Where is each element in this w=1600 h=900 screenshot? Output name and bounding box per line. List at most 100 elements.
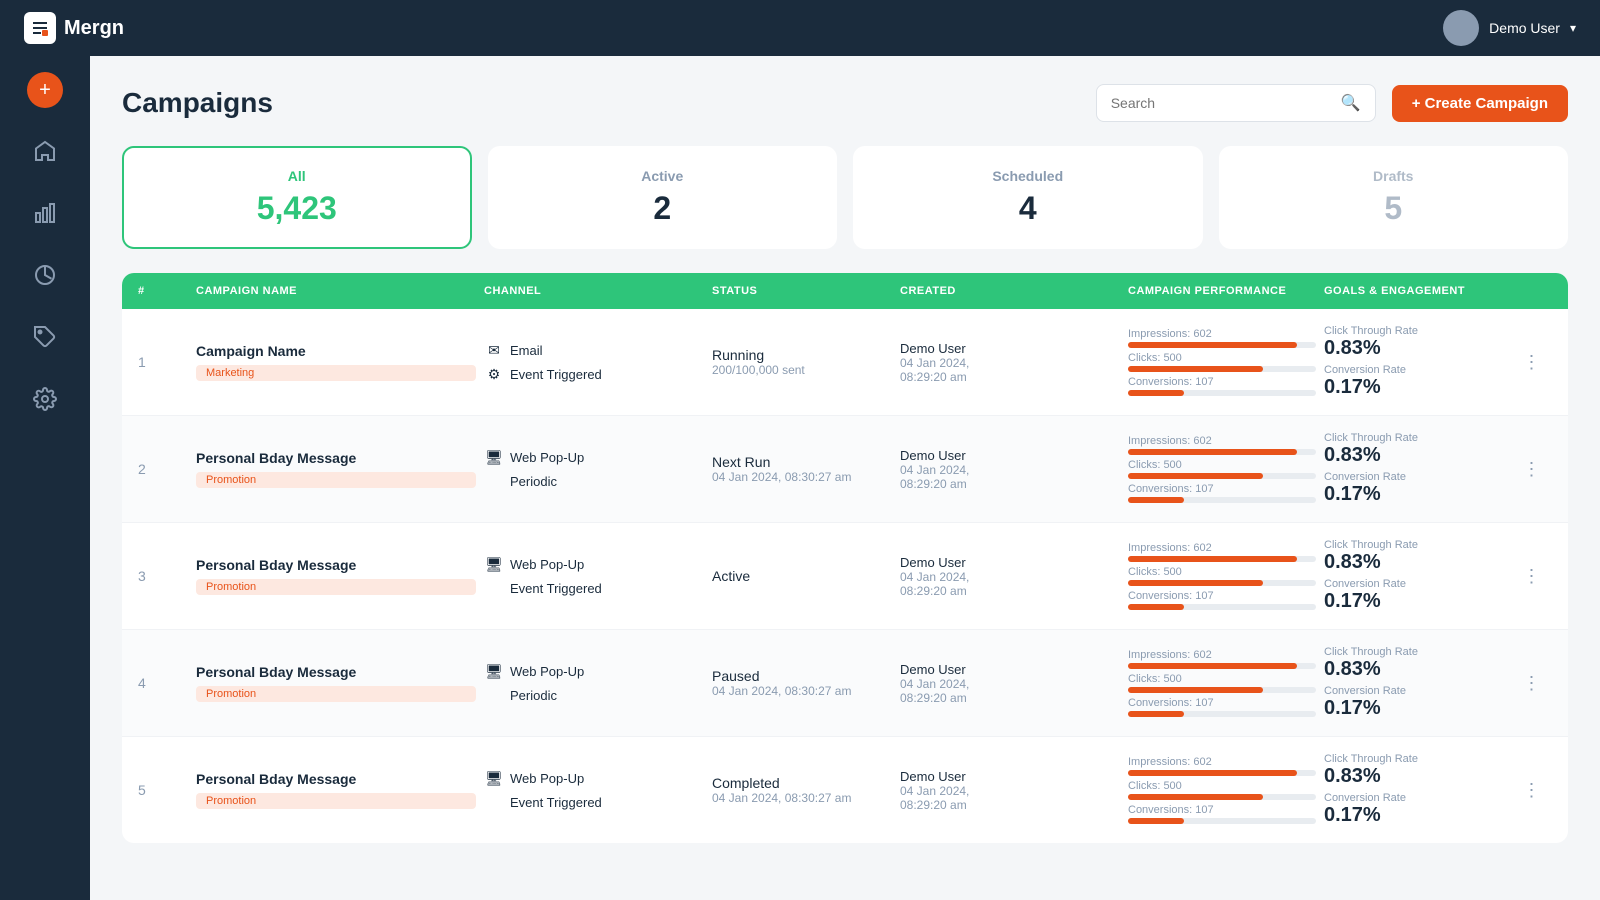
channel-item: Periodic [484, 471, 704, 491]
page-header: Campaigns 🔍 + Create Campaign [122, 84, 1568, 122]
logo-text: Mergn [64, 17, 124, 40]
more-options-button[interactable]: ⋮ [1512, 566, 1552, 587]
sidebar-item-home[interactable] [18, 124, 72, 178]
conversions-bar [1128, 390, 1184, 396]
channel-label: Event Triggered [510, 581, 602, 596]
ctr-item: Click Through Rate 0.83% [1324, 539, 1504, 574]
created-date: 04 Jan 2024, [900, 463, 1120, 477]
channel-item: ⚙ Event Triggered [484, 364, 704, 384]
ctr-label: Click Through Rate [1324, 432, 1504, 444]
page-title: Campaigns [122, 87, 273, 119]
sidebar-item-segments[interactable] [18, 248, 72, 302]
channel-icon [484, 471, 504, 491]
channel-label: Periodic [510, 474, 557, 489]
table-header-col-1: Campaign Name [196, 285, 476, 297]
ctr-value: 0.83% [1324, 551, 1504, 574]
created-cell: Demo User 04 Jan 2024, 08:29:20 am [900, 769, 1120, 812]
sidebar-item-campaigns[interactable] [18, 310, 72, 364]
stat-value-active: 2 [514, 190, 812, 227]
conversions-bar [1128, 604, 1184, 610]
campaign-name-cell: Campaign Name Marketing [196, 343, 476, 381]
clicks-bar-bg [1128, 366, 1316, 372]
channel-label: Web Pop-Up [510, 450, 584, 465]
row-number: 5 [138, 782, 188, 798]
more-options-button[interactable]: ⋮ [1512, 673, 1552, 694]
more-options-button[interactable]: ⋮ [1512, 352, 1552, 373]
performance-cell: Impressions: 602 Clicks: 500 Conversions… [1128, 328, 1316, 396]
channel-cell: 🖥 Web Pop-Up Event Triggered [484, 768, 704, 812]
conversions-label: Conversions: 107 [1128, 804, 1316, 816]
stat-card-active[interactable]: Active 2 [488, 146, 838, 249]
table-header-col-6: Goals & Engagement [1324, 285, 1504, 297]
channel-icon: 🖥 [484, 447, 504, 467]
clicks-label: Clicks: 500 [1128, 459, 1316, 471]
channel-item: ✉ Email [484, 340, 704, 360]
stat-card-all[interactable]: All 5,423 [122, 146, 472, 249]
status-text: Paused [712, 668, 892, 684]
clicks-row: Clicks: 500 [1128, 352, 1316, 372]
channel-cell: 🖥 Web Pop-Up Periodic [484, 661, 704, 705]
cr-item: Conversion Rate 0.17% [1324, 792, 1504, 827]
ctr-value: 0.83% [1324, 765, 1504, 788]
campaign-tag: Promotion [196, 579, 476, 595]
conversions-label: Conversions: 107 [1128, 697, 1316, 709]
stat-value-scheduled: 4 [879, 190, 1177, 227]
clicks-bar-bg [1128, 687, 1316, 693]
sidebar-item-settings[interactable] [18, 372, 72, 426]
row-number: 4 [138, 675, 188, 691]
ctr-label: Click Through Rate [1324, 325, 1504, 337]
campaign-name-cell: Personal Bday Message Promotion [196, 771, 476, 809]
cr-value: 0.17% [1324, 697, 1504, 720]
channel-icon: 🖥 [484, 661, 504, 681]
stat-card-drafts[interactable]: Drafts 5 [1219, 146, 1569, 249]
row-number: 3 [138, 568, 188, 584]
campaign-name: Personal Bday Message [196, 771, 476, 787]
status-text: Running [712, 347, 892, 363]
created-cell: Demo User 04 Jan 2024, 08:29:20 am [900, 662, 1120, 705]
channel-item: Event Triggered [484, 792, 704, 812]
table-row: 5 Personal Bday Message Promotion 🖥 Web … [122, 737, 1568, 843]
clicks-bar [1128, 687, 1263, 693]
stat-label-all: All [148, 168, 446, 184]
conversions-row: Conversions: 107 [1128, 697, 1316, 717]
status-sub: 200/100,000 sent [712, 363, 892, 377]
impressions-bar [1128, 342, 1297, 348]
stat-card-scheduled[interactable]: Scheduled 4 [853, 146, 1203, 249]
create-campaign-button[interactable]: + Create Campaign [1392, 85, 1568, 122]
conversions-bar-bg [1128, 604, 1316, 610]
search-input[interactable] [1111, 95, 1333, 111]
goals-cell: Click Through Rate 0.83% Conversion Rate… [1324, 432, 1504, 506]
impressions-bar [1128, 449, 1297, 455]
search-box[interactable]: 🔍 [1096, 84, 1376, 122]
table-row: 3 Personal Bday Message Promotion 🖥 Web … [122, 523, 1568, 630]
conversions-label: Conversions: 107 [1128, 590, 1316, 602]
user-menu[interactable]: Demo User ▾ [1443, 10, 1576, 46]
conversions-row: Conversions: 107 [1128, 804, 1316, 824]
ctr-label: Click Through Rate [1324, 646, 1504, 658]
campaign-name-cell: Personal Bday Message Promotion [196, 664, 476, 702]
header-actions: 🔍 + Create Campaign [1096, 84, 1568, 122]
sidebar-add-button[interactable]: + [27, 72, 63, 108]
conversions-bar [1128, 497, 1184, 503]
conversions-bar-bg [1128, 497, 1316, 503]
impressions-bar-bg [1128, 449, 1316, 455]
created-time: 08:29:20 am [900, 477, 1120, 491]
table-header-col-3: Status [712, 285, 892, 297]
campaign-name: Personal Bday Message [196, 664, 476, 680]
cr-item: Conversion Rate 0.17% [1324, 471, 1504, 506]
ctr-item: Click Through Rate 0.83% [1324, 646, 1504, 681]
conversions-label: Conversions: 107 [1128, 483, 1316, 495]
created-by: Demo User [900, 341, 1120, 356]
more-options-button[interactable]: ⋮ [1512, 780, 1552, 801]
created-by: Demo User [900, 662, 1120, 677]
conversions-bar-bg [1128, 818, 1316, 824]
table-header-col-5: Campaign Performance [1128, 285, 1316, 297]
cr-label: Conversion Rate [1324, 792, 1504, 804]
sidebar-item-analytics[interactable] [18, 186, 72, 240]
created-date: 04 Jan 2024, [900, 784, 1120, 798]
conversions-bar [1128, 711, 1184, 717]
more-options-button[interactable]: ⋮ [1512, 459, 1552, 480]
created-cell: Demo User 04 Jan 2024, 08:29:20 am [900, 448, 1120, 491]
clicks-row: Clicks: 500 [1128, 566, 1316, 586]
conversions-bar [1128, 818, 1184, 824]
